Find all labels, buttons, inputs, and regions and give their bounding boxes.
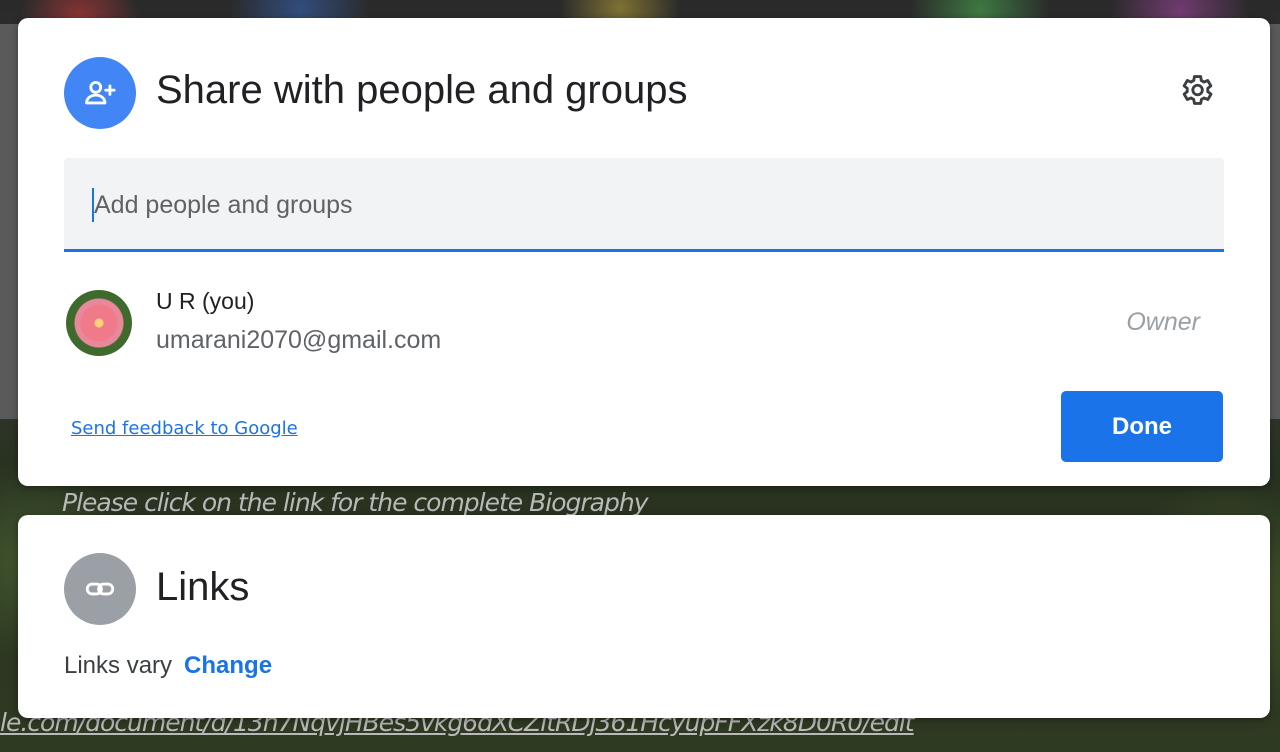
dialog-title: Share with people and groups	[156, 68, 688, 112]
gear-icon	[1182, 75, 1213, 105]
links-status-row: Links vary Change	[64, 652, 272, 680]
links-title: Links	[156, 565, 250, 609]
change-link-button[interactable]: Change	[184, 652, 272, 679]
send-feedback-link[interactable]: Send feedback to Google	[71, 418, 298, 439]
person-add-icon	[64, 57, 136, 129]
person-email: umarani2070@gmail.com	[156, 326, 442, 354]
add-people-input[interactable]	[92, 184, 1196, 226]
add-people-field[interactable]	[64, 158, 1224, 252]
links-status: Links vary	[64, 652, 173, 679]
avatar	[66, 290, 132, 356]
person-name: U R (you)	[156, 288, 255, 314]
link-icon	[64, 553, 136, 625]
person-role: Owner	[1126, 308, 1200, 336]
done-button[interactable]: Done	[1061, 391, 1223, 462]
person-row: U R (you) umarani2070@gmail.com Owner	[64, 284, 1224, 364]
links-card: Links Links vary Change	[18, 515, 1270, 718]
settings-button[interactable]	[1176, 70, 1216, 110]
share-dialog: Share with people and groups U R (you) u…	[18, 18, 1270, 486]
background-bio-text: Please click on the link for the complet…	[62, 488, 648, 517]
